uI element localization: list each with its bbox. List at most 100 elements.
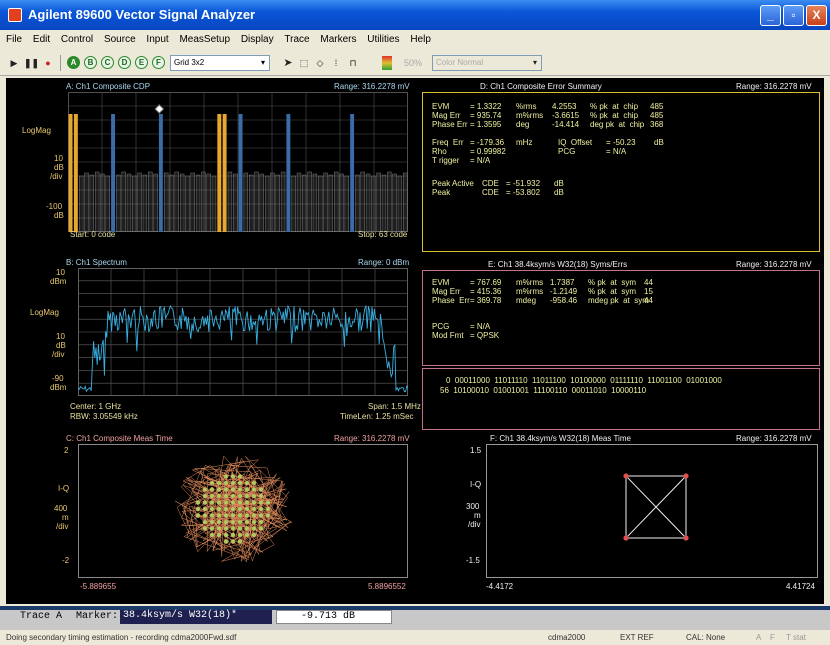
iqc-symbol: [251, 487, 257, 492]
status-flag-f: F: [770, 633, 775, 642]
trace-b-rbw: RBW: 3.05549 kHz: [70, 412, 138, 421]
menu-display[interactable]: Display: [237, 30, 278, 45]
peak-active-row: dB: [554, 179, 564, 188]
cdp-bar: [275, 174, 280, 232]
status-flag-t: T stat: [786, 633, 806, 642]
menu-trace[interactable]: Trace: [280, 30, 313, 45]
menu-control[interactable]: Control: [57, 30, 97, 45]
cdp-bar: [403, 172, 408, 232]
iqc-symbol: [244, 487, 250, 492]
trace-c-constellation[interactable]: [78, 444, 408, 578]
cdp-bar: [249, 174, 254, 232]
iqc-symbol: [202, 526, 208, 531]
iqc-symbol: [223, 506, 229, 512]
iqc-symbol: [251, 526, 257, 531]
marker-trace-value[interactable]: 38.4ksym/s W32(18)*: [120, 610, 272, 624]
error-summary-row: 485: [650, 111, 664, 120]
trace-d-button[interactable]: D: [118, 56, 131, 69]
trace-e-button[interactable]: E: [135, 56, 148, 69]
pointer-icon[interactable]: ➤: [282, 55, 294, 71]
trace-b-graph[interactable]: [78, 268, 408, 396]
band-marker-icon[interactable]: ⁞: [330, 55, 342, 71]
trace-c-panel[interactable]: C: Ch1 Composite Meas Time Range: 316.22…: [6, 432, 414, 604]
minimize-button[interactable]: _: [760, 5, 781, 26]
iqf-symbol: [683, 535, 689, 541]
menu-edit[interactable]: Edit: [29, 30, 54, 45]
trace-d-panel[interactable]: D: Ch1 Composite Error Summary Range: 31…: [418, 78, 824, 256]
iqc-symbol: [216, 526, 222, 531]
marker-icon[interactable]: ◇: [314, 55, 326, 71]
iqc-symbol: [265, 513, 271, 518]
color-scale-icon[interactable]: [382, 56, 392, 70]
cdp-bar: [397, 175, 403, 232]
iqc-symbol: [223, 526, 229, 531]
color-select[interactable]: Color Normal ▾: [432, 55, 542, 71]
close-button[interactable]: X: [806, 5, 827, 26]
maximize-button[interactable]: ▫: [783, 5, 804, 26]
iqc-symbol: [251, 532, 257, 538]
menu-markers[interactable]: Markers: [316, 30, 360, 45]
trace-a-graph[interactable]: [68, 92, 408, 232]
trace-e-range: Range: 316.2278 mV: [736, 260, 812, 269]
iqc-symbol: [202, 500, 208, 505]
menu-source[interactable]: Source: [100, 30, 140, 45]
trace-f-button[interactable]: F: [152, 56, 165, 69]
menu-meassetup[interactable]: MeasSetup: [175, 30, 234, 45]
iqc-symbol: [216, 493, 222, 499]
zoom-box-icon[interactable]: ⬚: [298, 55, 310, 71]
cdp-bar: [355, 174, 360, 232]
layout-select[interactable]: Grid 3x2 ▾: [170, 55, 270, 71]
iqc-symbol: [209, 526, 215, 531]
iqc-symbol: [230, 532, 236, 538]
play-icon[interactable]: ▶: [8, 55, 20, 71]
trace-b-scale-label: LogMag: [30, 308, 59, 317]
iqc-symbol: [223, 539, 229, 544]
cdp-bar: [365, 173, 371, 232]
trace-e-panel[interactable]: E: Ch1 38.4ksym/s W32(18) Syms/Errs Rang…: [418, 258, 824, 434]
status-cal: CAL: None: [686, 633, 726, 642]
pause-icon[interactable]: ❚❚: [24, 55, 39, 71]
trace-a-panel[interactable]: A: Ch1 Composite CDP Range: 316.2278 mV …: [6, 78, 414, 248]
cdp-bar: [206, 173, 211, 232]
menu-utilities[interactable]: Utilities: [363, 30, 403, 45]
trace-c-button[interactable]: C: [101, 56, 114, 69]
cdp-bar: [126, 173, 132, 232]
symbol-error-row: Mag Err: [432, 287, 461, 296]
trace-b-top-value: 10: [56, 268, 65, 277]
trace-f-range: Range: 316.2278 mV: [736, 434, 812, 443]
iqc-symbol: [223, 500, 229, 505]
menu-input[interactable]: Input: [142, 30, 172, 45]
error-summary-row: deg: [516, 120, 530, 129]
iqc-symbol: [216, 532, 222, 538]
trace-c-scale-unit: m: [62, 513, 69, 522]
iqc-symbol: [216, 506, 222, 512]
trace-f-constellation[interactable]: [486, 444, 818, 578]
trace-b-button[interactable]: B: [84, 56, 97, 69]
rho-row: Rho: [432, 147, 447, 156]
delta-marker-icon[interactable]: ⊓: [346, 55, 360, 71]
iqf-symbol: [623, 473, 629, 479]
trigger-row: T rigger: [432, 156, 460, 165]
iqc-symbol: [237, 487, 243, 492]
trace-b-panel[interactable]: B: Ch1 Spectrum Range: 0 dBm 10 dBm LogM…: [6, 256, 421, 428]
symbol-error-row: = 767.69: [470, 278, 502, 287]
iqc-symbol: [251, 480, 257, 486]
trace-f-panel[interactable]: F: Ch1 38.4ksym/s W32(18) Meas Time Rang…: [418, 432, 824, 604]
cdp-bar: [153, 173, 158, 232]
iqc-symbol: [230, 493, 236, 499]
error-summary-row: = 935.74: [470, 111, 502, 120]
trace-a-button[interactable]: A: [67, 56, 80, 69]
trace-c-top-value: 2: [64, 446, 69, 455]
iqc-symbol: [209, 532, 215, 538]
trace-f-scale-div: /div: [468, 520, 481, 529]
iqc-symbol: [230, 519, 236, 525]
menu-help[interactable]: Help: [406, 30, 435, 45]
freq-error-row: dB: [654, 138, 664, 147]
error-summary-row: EVM: [432, 102, 450, 111]
cdp-bar: [211, 175, 217, 232]
menu-file[interactable]: File: [0, 30, 26, 45]
error-summary-row: Phase Err: [432, 120, 468, 129]
trace-a-start: Start: 0 code: [70, 230, 116, 239]
peak-active-row: = -51.932: [506, 179, 541, 188]
record-icon[interactable]: ●: [42, 55, 54, 71]
